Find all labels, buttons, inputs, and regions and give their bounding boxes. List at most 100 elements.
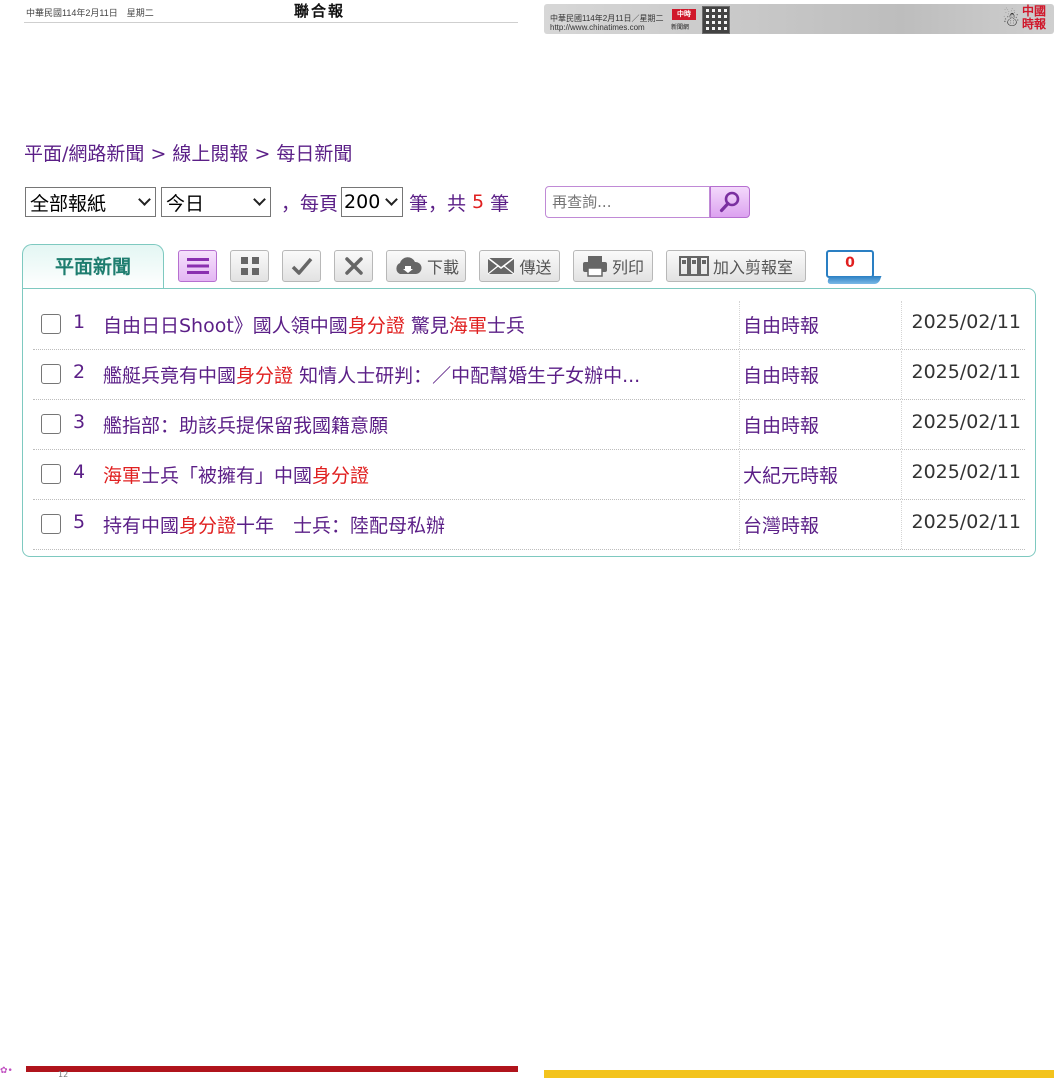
row-title-link[interactable]: 艦指部：助該兵提保留我國籍意願 xyxy=(103,411,703,438)
total-label: ，共 xyxy=(428,192,467,215)
list-icon xyxy=(186,258,209,274)
strip-right-badge: 中時 xyxy=(672,9,696,20)
row-number: 3 xyxy=(73,411,86,433)
breadcrumb: 平面/網路新聞 > 線上閱報 > 每日新聞 xyxy=(24,139,352,166)
column-divider xyxy=(901,501,902,549)
breadcrumb-item-online-reading[interactable]: 線上閱報 xyxy=(172,143,248,165)
row-title-link[interactable]: 持有中國身分證十年 士兵：陸配母私辦 xyxy=(103,511,703,538)
title-text: 士兵 xyxy=(486,315,525,337)
page: 中華民國114年2月11日 星期二 聯合報 中華民國114年2月11日／星期二 … xyxy=(0,0,1058,1080)
newspaper-strip-right: 中華民國114年2月11日／星期二 http://www.chinatimes.… xyxy=(544,4,1054,34)
title-text: 十年 士兵：陸配母私辦 xyxy=(236,515,446,537)
red-bar xyxy=(26,1066,518,1072)
add-to-clippings-label: 加入剪報室 xyxy=(712,258,793,277)
row-checkbox[interactable] xyxy=(41,314,61,334)
row-number: 1 xyxy=(73,311,86,333)
table-row: 5 持有中國身分證十年 士兵：陸配母私辦 台灣時報 2025/02/11 xyxy=(33,501,1025,550)
print-button[interactable]: 列印 xyxy=(573,250,653,282)
table-row: 4 海軍士兵「被擁有」中國身分證 大紀元時報 2025/02/11 xyxy=(33,451,1025,500)
mascot-icon: ☃ xyxy=(1002,7,1020,31)
row-title-link[interactable]: 艦艇兵竟有中國身分證 知情人士研判：／中配幫婚生子女辦中... xyxy=(103,361,703,388)
title-text: 知情人士研判：／中配幫婚生子女辦中... xyxy=(293,365,641,387)
search-button[interactable] xyxy=(710,186,751,218)
column-divider xyxy=(739,401,740,449)
row-source: 台灣時報 xyxy=(743,515,820,537)
title-highlight: 海軍 xyxy=(448,315,487,337)
table-row: 3 艦指部：助該兵提保留我國籍意願 自由時報 2025/02/11 xyxy=(33,401,1025,450)
breadcrumb-separator: > xyxy=(144,143,173,165)
paper-select-value: 全部報紙 xyxy=(30,192,107,215)
row-date: 2025/02/11 xyxy=(911,411,1021,433)
column-divider xyxy=(739,501,740,549)
date-select[interactable]: 今日 xyxy=(161,187,271,217)
row-number: 2 xyxy=(73,361,86,383)
clippings-count: 0 xyxy=(826,250,874,278)
qr-code-icon xyxy=(702,6,730,34)
title-highlight: 海軍 xyxy=(103,465,142,487)
per-page-select[interactable]: 200 xyxy=(341,187,404,217)
row-number: 5 xyxy=(73,511,86,533)
strip-right-url: http://www.chinatimes.com xyxy=(550,23,645,32)
per-page-label: ，每頁 xyxy=(281,192,339,215)
row-date: 2025/02/11 xyxy=(911,311,1021,333)
table-row: 1 自由日日Shoot》國人領中國身分證 驚見海軍士兵 自由時報 2025/02/11 xyxy=(33,301,1025,350)
folder-tray-icon xyxy=(826,276,882,284)
grid-view-button[interactable] xyxy=(230,250,269,282)
row-checkbox[interactable] xyxy=(41,414,61,434)
title-highlight: 身分證 xyxy=(179,515,237,537)
grid-icon xyxy=(240,257,259,275)
row-checkbox[interactable] xyxy=(41,464,61,484)
bottom-strip-right xyxy=(544,1070,1054,1078)
row-checkbox[interactable] xyxy=(41,514,61,534)
title-text: 艦艇兵竟有中國 xyxy=(103,365,237,387)
printer-icon xyxy=(582,256,607,277)
tab-print-news[interactable]: 平面新聞 xyxy=(22,244,164,288)
chevron-down-icon xyxy=(253,193,266,206)
decorative-dots-icon: ✿• xyxy=(0,1066,13,1076)
list-view-button[interactable] xyxy=(178,250,217,282)
title-text: 驚見 xyxy=(404,315,449,337)
strip-left-masthead: 聯合報 xyxy=(294,2,346,20)
column-divider xyxy=(739,351,740,399)
breadcrumb-item-print-web-news[interactable]: 平面/網路新聞 xyxy=(24,143,144,165)
download-label: 下載 xyxy=(427,258,460,277)
row-source: 大紀元時報 xyxy=(743,465,839,487)
title-highlight: 身分證 xyxy=(347,315,405,337)
breadcrumb-item-daily-news: 每日新聞 xyxy=(276,143,353,165)
download-button[interactable]: 下載 xyxy=(386,250,466,282)
page-number: 12 xyxy=(58,1070,69,1079)
column-divider xyxy=(901,351,902,399)
print-label: 列印 xyxy=(611,258,644,277)
bottom-strip-left: ✿• 12 xyxy=(0,1064,520,1080)
newspaper-strip-left: 中華民國114年2月11日 星期二 聯合報 xyxy=(24,0,518,23)
row-source: 自由時報 xyxy=(743,415,820,437)
clippings-counter[interactable]: 0 xyxy=(826,250,882,284)
row-checkbox[interactable] xyxy=(41,364,61,384)
title-text: 自由日日Shoot》國人領中國 xyxy=(103,315,348,337)
clear-selection-button[interactable] xyxy=(334,250,373,282)
chevron-down-icon xyxy=(138,193,151,206)
paper-select[interactable]: 全部報紙 xyxy=(25,187,156,217)
total-unit: 筆 xyxy=(490,192,510,215)
strip-left-date: 中華民國114年2月11日 星期二 xyxy=(26,8,154,18)
per-page-select-value: 200 xyxy=(344,191,381,213)
search-input[interactable] xyxy=(545,186,711,218)
magnifier-icon xyxy=(720,191,740,213)
strip-right-badge-sub: 新聞網 xyxy=(671,24,690,31)
select-all-button[interactable] xyxy=(282,250,321,282)
results-panel: 1 自由日日Shoot》國人領中國身分證 驚見海軍士兵 自由時報 2025/02/11… xyxy=(22,288,1036,557)
row-title-link[interactable]: 海軍士兵「被擁有」中國身分證 xyxy=(103,461,703,488)
add-to-clippings-button[interactable]: 加入剪報室 xyxy=(666,250,806,282)
title-text: 持有中國 xyxy=(103,515,180,537)
cloud-download-icon xyxy=(396,257,422,274)
per-page-unit: 筆 xyxy=(409,192,429,215)
envelope-icon xyxy=(487,257,515,275)
send-button[interactable]: 傳送 xyxy=(479,250,560,282)
filter-row: 全部報紙 今日 ，每頁 200 筆 ，共 5 筆 xyxy=(25,186,751,218)
row-title-link[interactable]: 自由日日Shoot》國人領中國身分證 驚見海軍士兵 xyxy=(103,311,703,338)
row-date: 2025/02/11 xyxy=(911,361,1021,383)
column-divider xyxy=(901,451,902,499)
toolbar: 下載 傳送 列印 加入剪報室 0 xyxy=(178,249,882,284)
binders-icon xyxy=(678,256,709,276)
title-text: 艦指部：助該兵提保留我國籍意願 xyxy=(103,415,389,437)
